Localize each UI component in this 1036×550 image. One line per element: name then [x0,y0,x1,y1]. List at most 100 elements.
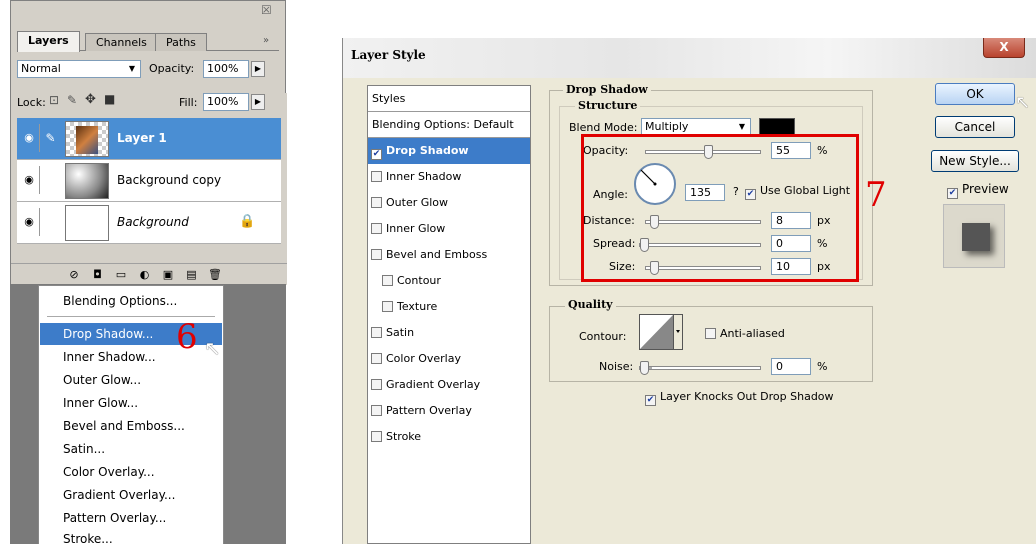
preview-swatch [962,223,990,251]
knockout-checkbox[interactable]: ✔ Layer Knocks Out Drop Shadow [645,390,834,406]
preview-checkbox[interactable]: ✔ Preview [947,182,1009,199]
structure-title: Structure [575,99,641,112]
style-item-drop-shadow[interactable]: ✔ Drop Shadow [368,138,530,164]
menu-item-satin[interactable]: Satin... [40,438,222,460]
style-item-inner-shadow[interactable]: Inner Shadow [368,164,530,190]
blend-mode-select[interactable]: Normal ▼ [17,60,141,78]
lock-move-icon[interactable]: ✥ [85,92,96,107]
layer-name: Layer 1 [117,131,167,145]
cancel-button[interactable]: Cancel [935,116,1015,138]
noise-slider-knob[interactable] [640,361,649,375]
checkbox-checked-icon: ✔ [371,149,382,160]
checkbox-unchecked-icon [371,197,382,208]
lock-label: Lock: [17,96,46,109]
tab-paths[interactable]: Paths [155,33,207,51]
blending-options-item[interactable]: Blending Options: Default [368,112,530,138]
dialog-title: Layer Style [351,48,426,62]
chevron-down-icon: ▼ [128,64,136,73]
eye-icon[interactable]: ◉ [21,172,37,188]
close-button[interactable]: X [983,38,1025,58]
style-item-stroke[interactable]: Stroke [368,424,530,450]
ok-button[interactable]: OK [935,83,1015,105]
fill-input[interactable]: 100% [203,93,249,111]
new-group-icon[interactable]: ◐ [136,267,154,283]
eye-icon[interactable]: ◉ [21,130,37,146]
styles-list: Styles Blending Options: Default ✔ Drop S… [367,85,531,544]
brush-icon: ✎ [39,124,61,152]
style-item-satin[interactable]: Satin [368,320,530,346]
opacity-input[interactable]: 100% [203,60,249,78]
drop-shadow-title: Drop Shadow [563,83,651,96]
checkbox-unchecked-icon [371,379,382,390]
style-item-label: Drop Shadow [386,144,469,157]
menu-item-stroke[interactable]: Stroke... [40,528,222,550]
checkbox-unchecked-icon [382,275,393,286]
cursor-icon: ↖ [204,336,221,360]
step-6-annotation: 6 [176,317,198,357]
layer-row-background[interactable]: ◉ Background 🔒 [17,202,281,244]
noise-input[interactable]: 0 [771,358,811,375]
chevron-right-icon[interactable]: ▶ [251,94,265,110]
styles-header[interactable]: Styles [368,86,530,112]
step-7-annotation: 7 [865,175,887,215]
trash-icon[interactable]: 🗑 [206,267,224,283]
preview-label: Preview [962,182,1009,196]
style-item-outer-glow[interactable]: Outer Glow [368,190,530,216]
adjustment-layer-icon[interactable]: ▣ [159,267,177,283]
style-item-inner-glow[interactable]: Inner Glow [368,216,530,242]
anti-aliased-checkbox[interactable]: Anti-aliased [705,327,785,340]
layer-row-background-copy[interactable]: ◉ Background copy [17,160,281,202]
style-item-texture[interactable]: Texture [368,294,530,320]
layer-name: Background copy [117,173,222,187]
blend-mode-value: Normal [21,62,61,75]
tab-channels[interactable]: Channels [85,33,158,51]
lock-paint-icon[interactable]: ✎ [67,93,77,107]
checkbox-unchecked-icon [382,301,393,312]
highlight-box [581,134,859,282]
menu-item-bevel-emboss[interactable]: Bevel and Emboss... [40,415,222,437]
add-layer-style-icon[interactable]: ◘ [89,267,107,283]
checkbox-unchecked-icon [371,327,382,338]
checkbox-checked-icon: ✔ [947,188,958,199]
noise-unit: % [817,360,828,373]
layer-name: Background [117,215,189,229]
blend-mode-label: Blend Mode: [569,121,638,134]
menu-item-blending-options[interactable]: Blending Options... [40,290,222,312]
checkbox-unchecked-icon [371,353,382,364]
chevron-right-icon[interactable]: ▶ [251,61,265,77]
contour-picker[interactable] [639,314,683,350]
style-item-gradient-overlay[interactable]: Gradient Overlay [368,372,530,398]
eye-icon[interactable]: ◉ [21,214,37,230]
dialog-titlebar: Layer Style X [343,38,1036,78]
menu-item-outer-glow[interactable]: Outer Glow... [40,369,222,391]
layer-thumbnail [65,163,109,199]
tab-layers[interactable]: Layers [17,31,80,52]
lock-all-icon[interactable]: ■ [104,92,115,106]
style-item-color-overlay[interactable]: Color Overlay [368,346,530,372]
style-item-label: Texture [397,300,438,313]
menu-item-gradient-overlay[interactable]: Gradient Overlay... [40,484,222,506]
link-slot [39,208,61,236]
noise-slider[interactable] [639,361,761,375]
layers-palette-frame: ☒ » Layers Channels Paths Normal ▼ Opaci… [10,0,287,285]
checkbox-unchecked-icon [371,431,382,442]
link-slot [39,166,61,194]
new-style-button[interactable]: New Style... [931,150,1019,172]
knockout-label: Layer Knocks Out Drop Shadow [660,390,834,403]
new-layer-icon[interactable]: ▤ [183,267,201,283]
menu-item-pattern-overlay[interactable]: Pattern Overlay... [40,507,222,529]
checkbox-unchecked-icon [371,171,382,182]
scrollbar[interactable] [281,93,287,263]
menu-item-inner-glow[interactable]: Inner Glow... [40,392,222,414]
close-icon[interactable]: ☒ [261,3,272,17]
style-item-bevel-and-emboss[interactable]: Bevel and Emboss [368,242,530,268]
add-mask-icon[interactable]: ▭ [112,267,130,283]
lock-transparent-icon[interactable]: ⊡ [49,93,59,107]
style-item-label: Color Overlay [386,352,461,365]
palette-tabs: Layers Channels Paths [17,31,279,52]
menu-item-color-overlay[interactable]: Color Overlay... [40,461,222,483]
style-item-pattern-overlay[interactable]: Pattern Overlay [368,398,530,424]
layer-row-layer-1[interactable]: ◉ ✎ Layer 1 [17,118,281,160]
link-icon[interactable]: ⊘ [65,267,83,283]
style-item-contour[interactable]: Contour [368,268,530,294]
